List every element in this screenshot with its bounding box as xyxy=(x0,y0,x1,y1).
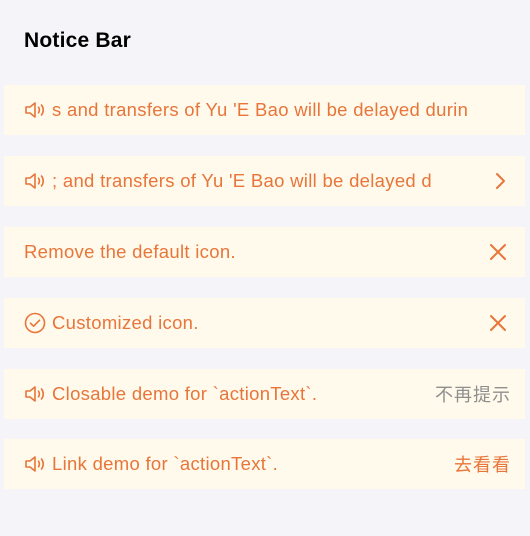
notice-bar-marquee: s and transfers of Yu 'E Bao will be del… xyxy=(4,85,525,135)
notice-text: Remove the default icon. xyxy=(24,241,236,262)
notice-bar-custom-icon: Customized icon. xyxy=(4,298,525,348)
view-action-link[interactable]: 去看看 xyxy=(454,451,511,477)
close-icon[interactable] xyxy=(489,314,507,332)
notice-bar-closable-action: Closable demo for `actionText`. 不再提示 xyxy=(4,369,525,419)
speaker-icon xyxy=(24,170,50,192)
notice-text: s and transfers of Yu 'E Bao will be del… xyxy=(52,99,469,120)
notice-text-viewport: Customized icon. xyxy=(52,312,477,334)
notice-text: ; and transfers of Yu 'E Bao will be del… xyxy=(52,170,433,191)
notice-text-viewport: s and transfers of Yu 'E Bao will be del… xyxy=(52,99,511,121)
close-icon[interactable] xyxy=(489,243,507,261)
notice-text: Link demo for `actionText`. xyxy=(52,453,279,474)
page-title: Notice Bar xyxy=(24,29,132,52)
chevron-right-icon[interactable] xyxy=(493,172,507,190)
notice-bar-page: Notice Bar s and transfers of Yu 'E Bao … xyxy=(0,0,530,536)
notice-bar-link-action: Link demo for `actionText`. 去看看 xyxy=(4,439,525,489)
speaker-icon xyxy=(24,383,50,405)
speaker-icon xyxy=(24,453,50,475)
notice-text: Closable demo for `actionText`. xyxy=(52,383,318,404)
dismiss-action-button[interactable]: 不再提示 xyxy=(435,381,511,407)
notice-text: Customized icon. xyxy=(52,312,199,333)
notice-text-viewport: Closable demo for `actionText`. xyxy=(52,383,423,405)
notice-text-viewport: ; and transfers of Yu 'E Bao will be del… xyxy=(52,170,481,192)
notice-text-viewport: Remove the default icon. xyxy=(24,241,477,263)
check-circle-icon xyxy=(24,312,50,334)
notice-bar-no-icon: Remove the default icon. xyxy=(4,227,525,277)
speaker-icon xyxy=(24,99,50,121)
notice-text-viewport: Link demo for `actionText`. xyxy=(52,453,442,475)
notice-bar-link[interactable]: ; and transfers of Yu 'E Bao will be del… xyxy=(4,156,525,206)
